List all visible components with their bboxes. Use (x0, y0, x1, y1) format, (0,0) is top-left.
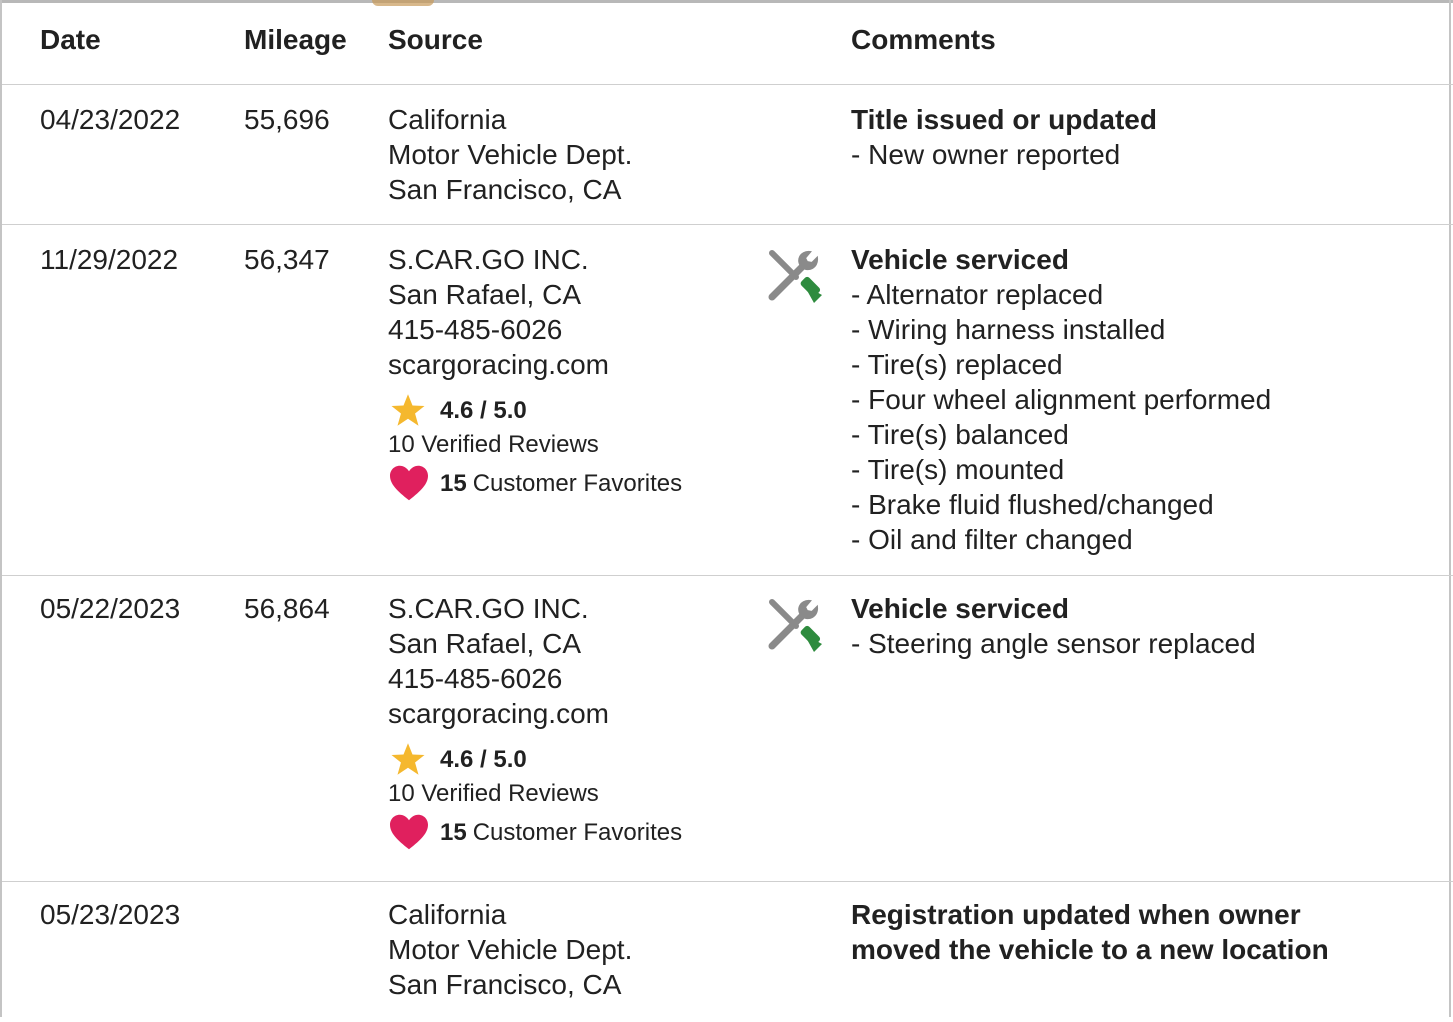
favorites-count: 15 (440, 818, 467, 846)
source-line: California (388, 104, 507, 135)
favorites-label: Customer Favorites (472, 818, 683, 846)
record-comments: Vehicle serviced - Steering angle sensor… (851, 591, 1256, 661)
shop-rating: 4.6 / 5.0 (388, 392, 682, 428)
verified-reviews-link[interactable]: 10 Verified Reviews (388, 428, 682, 462)
verified-reviews-link[interactable]: 10 Verified Reviews (388, 777, 682, 811)
record-source: California Motor Vehicle Dept. San Franc… (388, 102, 632, 207)
record-mileage: 55,696 (244, 104, 330, 135)
record-source: S.CAR.GO INC. San Rafael, CA 415-485-602… (388, 242, 682, 504)
comment-item: - Oil and filter changed (851, 524, 1133, 555)
source-line: S.CAR.GO INC. (388, 593, 589, 624)
comment-item: - Alternator replaced (851, 279, 1104, 310)
record-comments: Title issued or updated - New owner repo… (851, 102, 1157, 172)
record-date: 04/23/2022 (40, 104, 181, 135)
favorites-label: Customer Favorites (472, 469, 683, 497)
comment-item: - Steering angle sensor replaced (851, 628, 1256, 659)
table-row: 11/29/2022 56,347 S.CAR.GO INC. San Rafa… (2, 225, 1453, 576)
record-comments: Registration updated when owner moved th… (851, 897, 1329, 967)
shop-website-link[interactable]: scargoracing.com (388, 696, 682, 731)
source-line: Motor Vehicle Dept. (388, 139, 633, 170)
customer-favorites: 15 Customer Favorites (388, 811, 682, 853)
rating-value: 4.6 / 5.0 (440, 745, 527, 773)
source-line: S.CAR.GO INC. (388, 244, 589, 275)
record-date: 05/22/2023 (40, 593, 181, 624)
wrench-screwdriver-icon (768, 250, 822, 303)
wrench-screwdriver-icon (768, 599, 822, 652)
record-date: 11/29/2022 (40, 244, 179, 275)
column-header-comments: Comments (851, 24, 996, 55)
source-line[interactable]: 415-485-6026 (388, 312, 682, 347)
source-line: California (388, 899, 507, 930)
rating-value: 4.6 / 5.0 (440, 396, 527, 424)
favorites-count: 15 (440, 469, 467, 497)
heart-icon (390, 814, 428, 850)
history-table: Date Mileage Source Comments 04/23/2022 … (0, 0, 1453, 1017)
comment-title: Vehicle serviced (851, 244, 1069, 275)
source-line[interactable]: 415-485-6026 (388, 661, 682, 696)
column-header-date: Date (40, 24, 101, 55)
table-row: 05/23/2023 California Motor Vehicle Dept… (2, 882, 1453, 1022)
comment-item: - Tire(s) balanced (851, 419, 1069, 450)
column-header-mileage: Mileage (244, 24, 347, 55)
comment-title-line: moved the vehicle to a new location (851, 934, 1329, 965)
column-header-source: Source (388, 24, 483, 55)
record-source: S.CAR.GO INC. San Rafael, CA 415-485-602… (388, 591, 682, 853)
comment-title: Title issued or updated (851, 104, 1157, 135)
star-icon (391, 743, 425, 775)
comment-item: - New owner reported (851, 139, 1121, 170)
record-source: California Motor Vehicle Dept. San Franc… (388, 897, 632, 1002)
source-line: San Francisco, CA (388, 174, 622, 205)
star-icon (391, 394, 425, 426)
shop-rating: 4.6 / 5.0 (388, 741, 682, 777)
shop-website-link[interactable]: scargoracing.com (388, 347, 682, 382)
table-row: 05/22/2023 56,864 S.CAR.GO INC. San Rafa… (2, 576, 1453, 882)
comment-item: - Tire(s) mounted (851, 454, 1065, 485)
comment-item: - Brake fluid flushed/changed (851, 489, 1214, 520)
comment-item: - Tire(s) replaced (851, 349, 1063, 380)
source-line: Motor Vehicle Dept. (388, 934, 633, 965)
comment-item: - Wiring harness installed (851, 314, 1166, 345)
record-comments: Vehicle serviced - Alternator replaced -… (851, 242, 1271, 557)
record-date: 05/23/2023 (40, 899, 181, 930)
comment-item: - Four wheel alignment performed (851, 384, 1272, 415)
record-mileage: 56,347 (244, 244, 330, 275)
heart-icon (390, 465, 428, 501)
table-header: Date Mileage Source Comments (2, 0, 1453, 85)
comment-title-line: Registration updated when owner (851, 899, 1301, 930)
source-line: San Francisco, CA (388, 969, 622, 1000)
source-line: San Rafael, CA (388, 279, 581, 310)
comment-title: Vehicle serviced (851, 593, 1069, 624)
table-row: 04/23/2022 55,696 California Motor Vehic… (2, 84, 1453, 225)
customer-favorites: 15 Customer Favorites (388, 462, 682, 504)
source-line: San Rafael, CA (388, 628, 581, 659)
record-mileage: 56,864 (244, 593, 330, 624)
